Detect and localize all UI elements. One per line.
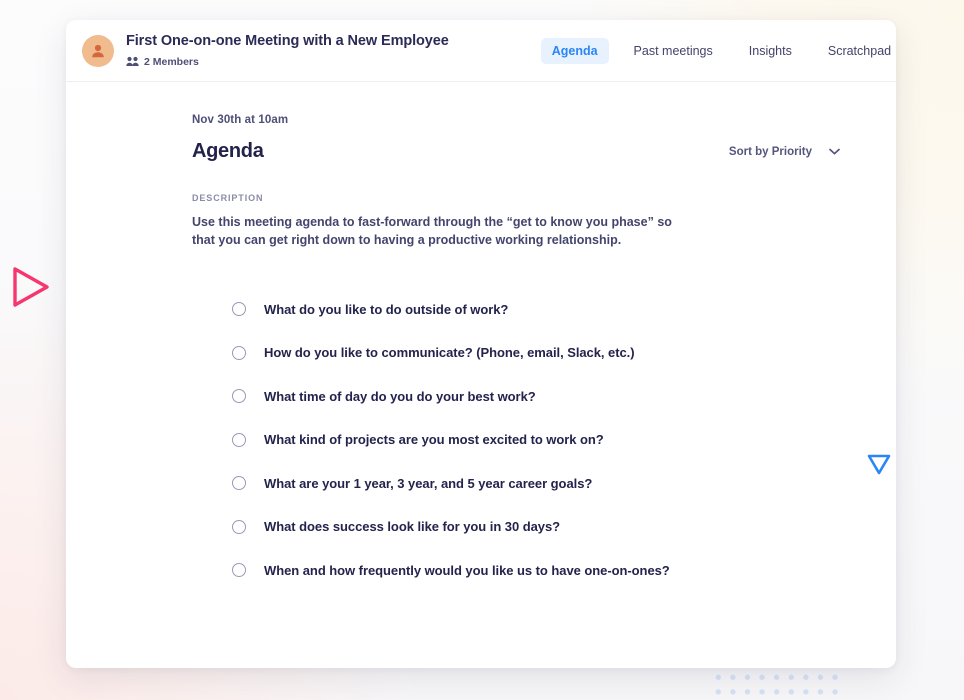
card-header: First One-on-one Meeting with a New Empl… [66,20,896,82]
sort-label: Sort by Priority [728,145,812,158]
agenda-item-label: How do you like to communicate? (Phone, … [264,345,635,361]
members-count-label: 2 Members [144,55,199,68]
tab-past-meetings[interactable]: Past meetings [623,38,724,64]
blue-triangle-down-outline-icon [867,454,891,475]
card-body: Nov 30th at 10am Agenda Sort by Priority… [66,82,896,668]
agenda-heading: Agenda [192,140,264,162]
list-item[interactable]: What does success look like for you in 3… [192,505,896,549]
list-item[interactable]: How do you like to communicate? (Phone, … [192,331,896,375]
agenda-radio-icon[interactable] [232,345,246,360]
meeting-card: First One-on-one Meeting with a New Empl… [66,20,896,668]
agenda-radio-icon[interactable] [232,476,246,491]
agenda-item-label: What time of day do you do your best wor… [264,388,536,404]
list-item[interactable]: What time of day do you do your best wor… [192,375,896,419]
agenda-radio-icon[interactable] [232,432,246,447]
sort-dropdown[interactable]: Sort by Priority [729,146,840,158]
list-item[interactable]: What are your 1 year, 3 year, and 5 year… [192,462,896,506]
agenda-item-label: What does success look like for you in 3… [264,519,561,535]
agenda-item-label: What kind of projects are you most excit… [264,432,604,448]
tab-bar: Agenda Past meetings Insights Scratchpad [540,37,896,64]
agenda-headline-row: Agenda Sort by Priority [192,140,896,163]
agenda-item-label: What are your 1 year, 3 year, and 5 year… [264,475,593,491]
blue-dot-grid-overflow [709,668,839,700]
header-titles: First One-on-one Meeting with a New Empl… [126,33,449,67]
list-item[interactable]: What do you like to do outside of work? [192,288,896,332]
tab-agenda[interactable]: Agenda [540,37,609,64]
agenda-item-label: What do you like to do outside of work? [264,301,509,317]
description-text: Use this meeting agenda to fast-forward … [192,215,672,247]
chevron-down-icon [829,148,840,155]
person-avatar-icon [92,44,104,57]
page-title: First One-on-one Meeting with a New Empl… [126,33,449,50]
people-group-icon [126,57,139,67]
meeting-date: Nov 30th at 10am [192,114,289,126]
members-row[interactable]: 2 Members [126,56,449,68]
agenda-item-label: When and how frequently would you like u… [264,562,670,578]
pink-triangle-outline-icon [13,267,49,307]
agenda-radio-icon[interactable] [232,563,246,578]
tab-scratchpad[interactable]: Scratchpad [817,38,896,64]
agenda-list: What do you like to do outside of work? … [192,288,896,593]
agenda-radio-icon[interactable] [232,302,246,317]
avatar[interactable] [82,34,114,67]
tab-insights[interactable]: Insights [738,38,803,64]
list-item[interactable]: What kind of projects are you most excit… [192,418,896,462]
description-label: DESCRIPTION [192,193,264,203]
agenda-radio-icon[interactable] [232,519,246,534]
list-item[interactable]: When and how frequently would you like u… [192,549,896,593]
agenda-radio-icon[interactable] [232,389,246,404]
